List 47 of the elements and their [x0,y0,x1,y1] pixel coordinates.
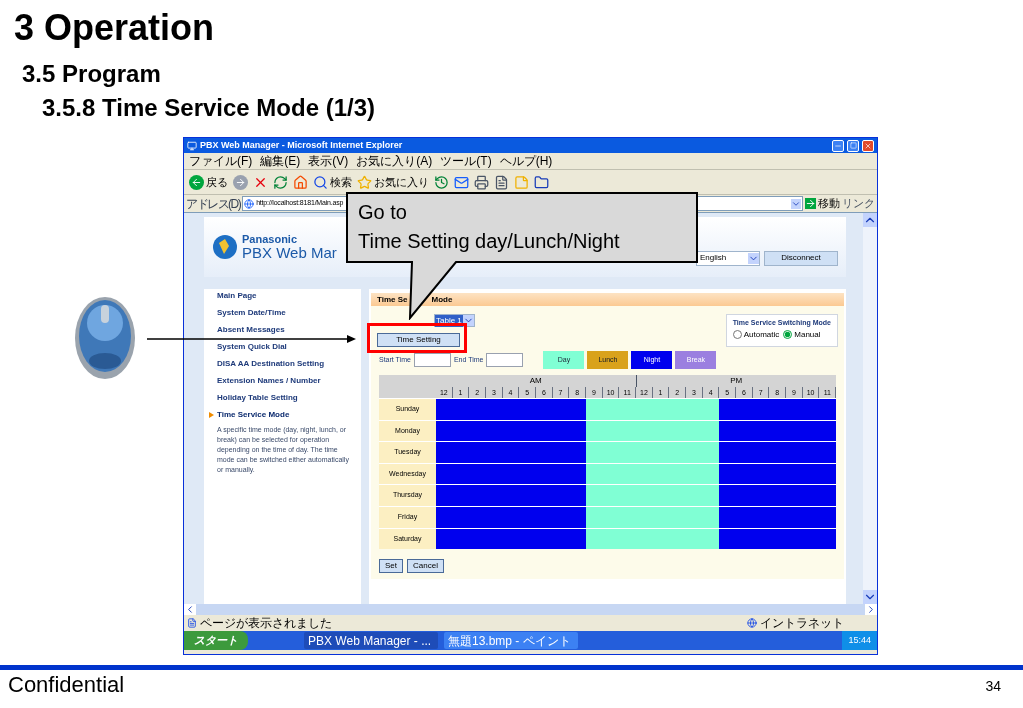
go-button[interactable]: 移動 [805,195,840,212]
clock: 15:44 [848,633,871,647]
language-select[interactable]: English [696,250,760,266]
sidebar-item[interactable]: System Date/Time [209,306,361,320]
slide-title: 3 Operation [14,8,215,48]
am-label: AM [436,375,637,387]
taskbar-button[interactable]: 無題13.bmp - ペイント [444,632,578,649]
menu-item[interactable]: 編集(E) [260,155,301,167]
slide-subtitle: 3.5 Program [22,60,161,88]
slide-section-title: 3.5.8 Time Service Mode (1/3) [42,94,376,122]
pm-label: PM [729,375,744,387]
menu-item[interactable]: ファイル(F) [189,155,253,167]
radio-option[interactable]: Manual [783,328,821,341]
disconnect-button[interactable]: Disconnect [764,250,838,266]
toolbar-button[interactable]: 検索 [313,173,352,191]
radio-option[interactable]: Automatic [732,328,780,341]
sidebar-item[interactable]: Absent Messages [209,323,361,337]
sidebar-item[interactable]: Extension Names / Number [209,374,361,388]
sidebar-item[interactable]: Holiday Table Setting [209,391,361,405]
sidebar-item[interactable]: Time Service Mode [209,408,361,422]
links-button[interactable]: リンク [842,195,875,212]
panel-title: Mode [431,293,453,306]
zone-text: イントラネット [760,617,845,629]
start-button[interactable]: スタート [184,631,248,650]
footer-text: Confidential [8,671,125,699]
taskbar-button[interactable]: PBX Web Manager - ... [304,632,438,649]
callout-text: Go to Time Setting day/Lunch/Night [358,200,620,254]
brand-name: Panasonic [242,234,299,245]
menu-item[interactable]: 表示(V) [308,155,349,167]
page-number: 34 [985,677,1002,696]
sidebar-item[interactable]: Main Page [209,289,361,303]
sidebar-item[interactable]: System Quick Dial [209,340,361,354]
table-select[interactable]: Table 1 [434,314,475,327]
menu-item[interactable]: ヘルプ(H) [499,155,553,167]
status-text: ページが表示されました [200,617,332,629]
address-label: アドレス(D) [186,195,241,213]
menu-item[interactable]: お気に入り(A) [356,155,433,167]
cancel-button[interactable]: Cancel [407,559,444,574]
panel-title: Time Se [377,293,408,306]
menu-item[interactable]: ツール(T) [440,155,492,167]
set-button[interactable]: Set [379,559,403,574]
toolbar-button[interactable]: 戻る [189,173,228,191]
product-name: PBX Web Mar [242,245,337,260]
time-setting-button[interactable]: Time Setting [377,333,460,347]
window-title: PBX Web Manager - Microsoft Internet Explorer [200,141,403,150]
toolbar-button[interactable]: お気に入り [357,173,429,191]
sidebar-item[interactable]: DISA AA Destination Setting [209,357,361,371]
